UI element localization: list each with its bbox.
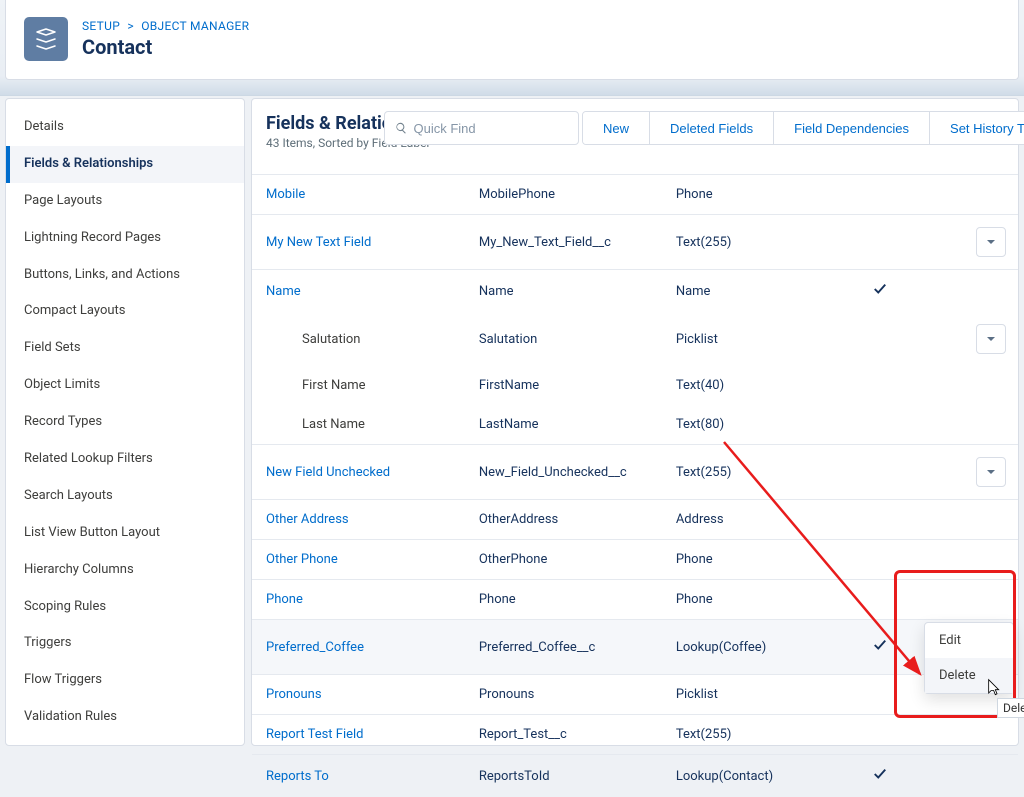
field-api: Report_Test__c [471,715,668,755]
check-icon [873,285,887,300]
field-link[interactable]: My New Text Field [266,235,371,250]
row-actions-menu: Edit Delete [924,622,1014,694]
sidebar-item-lightning-pages[interactable]: Lightning Record Pages [6,220,244,257]
sidebar-item-details[interactable]: Details [6,109,244,146]
field-type: Phone [668,540,865,580]
field-link[interactable]: Phone [266,592,303,607]
breadcrumb-root[interactable]: SETUP [82,19,120,33]
table-row: Name Name Name [252,270,1018,313]
menu-item-delete[interactable]: Delete [925,658,1013,693]
main-panel: Fields & Relationships 43 Items, Sorted … [251,98,1019,746]
field-type: Address [668,500,865,540]
field-type: Picklist [668,312,865,366]
sidebar: Details Fields & Relationships Page Layo… [5,98,245,746]
page-title: Contact [82,35,249,59]
row-actions-button[interactable] [976,324,1006,354]
header-button-group: New Deleted Fields Field Dependencies Se… [582,111,1024,145]
field-api: MobilePhone [471,175,668,215]
search-icon [395,121,408,135]
field-link[interactable]: Other Address [266,512,349,527]
sidebar-item-compact-layouts[interactable]: Compact Layouts [6,293,244,330]
field-type: Picklist [668,675,865,715]
sidebar-item-hierarchy-cols[interactable]: Hierarchy Columns [6,552,244,589]
table-row: Reports To ReportsToId Lookup(Contact) [252,755,1018,797]
field-link[interactable]: Name [266,284,301,299]
check-icon [873,770,887,785]
field-link[interactable]: Reports To [266,769,329,784]
field-link[interactable]: Mobile [266,187,305,202]
field-type: Text(255) [668,215,865,270]
sidebar-item-lookup-filters[interactable]: Related Lookup Filters [6,441,244,478]
row-actions-button[interactable] [976,457,1006,487]
field-link[interactable]: Preferred_Coffee [266,640,364,655]
table-row: New Field Unchecked New_Field_Unchecked_… [252,445,1018,500]
field-type: Text(255) [668,715,865,755]
field-api: Name [471,270,668,313]
sidebar-item-object-limits[interactable]: Object Limits [6,367,244,404]
table-row: First Name FirstName Text(40) [252,366,1018,405]
table-row: Preferred_Coffee Preferred_Coffee__c Loo… [252,620,1018,675]
field-api: Preferred_Coffee__c [471,620,668,675]
setup-icon [24,17,68,61]
field-api: New_Field_Unchecked__c [471,445,668,500]
sidebar-item-fields[interactable]: Fields & Relationships [6,146,244,183]
table-row: My New Text Field My_New_Text_Field__c T… [252,215,1018,270]
sidebar-item-record-types[interactable]: Record Types [6,404,244,441]
field-link[interactable]: New Field Unchecked [266,465,390,480]
sidebar-item-validation-rules[interactable]: Validation Rules [6,699,244,736]
sidebar-item-scoping-rules[interactable]: Scoping Rules [6,589,244,626]
sidebar-item-field-sets[interactable]: Field Sets [6,330,244,367]
table-row: Last Name LastName Text(80) [252,405,1018,445]
sidebar-item-page-layouts[interactable]: Page Layouts [6,183,244,220]
sidebar-item-flow-triggers[interactable]: Flow Triggers [6,662,244,699]
sidebar-item-search-layouts[interactable]: Search Layouts [6,478,244,515]
field-type: Phone [668,580,865,620]
set-history-tracking-button[interactable]: Set History Tracking [929,112,1024,144]
field-label: First Name [252,366,471,405]
field-api: Phone [471,580,668,620]
sidebar-item-triggers[interactable]: Triggers [6,625,244,662]
field-api: Pronouns [471,675,668,715]
row-actions-button[interactable] [976,227,1006,257]
deleted-fields-button[interactable]: Deleted Fields [649,112,773,144]
field-api: OtherAddress [471,500,668,540]
field-api: My_New_Text_Field__c [471,215,668,270]
field-dependencies-button[interactable]: Field Dependencies [773,112,929,144]
field-link[interactable]: Pronouns [266,687,322,702]
sidebar-item-buttons-links[interactable]: Buttons, Links, and Actions [6,257,244,294]
table-row: Other Phone OtherPhone Phone [252,540,1018,580]
field-api: Salutation [471,312,668,366]
fields-table: Mobile MobilePhone Phone My New Text Fie… [252,174,1018,797]
new-button[interactable]: New [583,112,649,144]
table-row: Other Address OtherAddress Address [252,500,1018,540]
field-type: Phone [668,175,865,215]
field-api: LastName [471,405,668,445]
table-row: Phone Phone Phone [252,580,1018,620]
page-header: SETUP > OBJECT MANAGER Contact [0,0,1024,96]
field-type: Text(40) [668,366,865,405]
field-label: Last Name [252,405,471,445]
field-api: ReportsToId [471,755,668,797]
field-label: Salutation [252,312,471,366]
table-row: Pronouns Pronouns Picklist [252,675,1018,715]
field-link[interactable]: Report Test Field [266,727,364,742]
table-row: Report Test Field Report_Test__c Text(25… [252,715,1018,755]
field-type: Text(80) [668,405,865,445]
field-api: FirstName [471,366,668,405]
field-type: Name [668,270,865,313]
menu-item-edit[interactable]: Edit [925,623,1013,658]
table-row: Mobile MobilePhone Phone [252,175,1018,215]
field-api: OtherPhone [471,540,668,580]
table-row: Salutation Salutation Picklist [252,312,1018,366]
check-icon [873,641,887,656]
quick-find[interactable] [384,111,579,145]
breadcrumb-current[interactable]: OBJECT MANAGER [141,19,249,33]
sidebar-item-listview-button[interactable]: List View Button Layout [6,515,244,552]
quick-find-input[interactable] [414,121,569,136]
field-type: Lookup(Contact) [668,755,865,797]
breadcrumb[interactable]: SETUP > OBJECT MANAGER [82,19,249,33]
field-type: Text(255) [668,445,865,500]
field-link[interactable]: Other Phone [266,552,338,567]
field-type: Lookup(Coffee) [668,620,865,675]
